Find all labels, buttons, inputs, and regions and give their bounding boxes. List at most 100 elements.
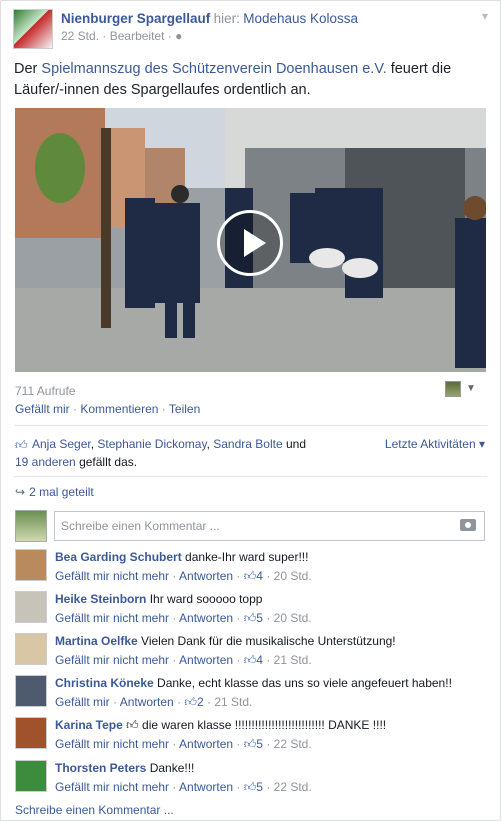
shares-label: 2 mal geteilt <box>29 485 94 499</box>
comment-like-button[interactable]: Gefällt mir nicht mehr <box>55 737 169 751</box>
comment-like-button[interactable]: Gefällt mir <box>55 695 110 709</box>
comment-item: Bea Garding Schubert danke-Ihr ward supe… <box>15 549 485 583</box>
page-avatar[interactable] <box>13 9 53 49</box>
comment-like-button[interactable]: Gefällt mir nicht mehr <box>55 569 169 583</box>
likes-summary: 👍︎ Anja Seger, Stephanie Dickomay, Sandra… <box>15 437 306 469</box>
commenter-avatar[interactable] <box>15 591 47 623</box>
comment-like-count[interactable]: 5 <box>256 737 263 751</box>
commenter-name[interactable]: Thorsten Peters <box>55 761 146 775</box>
commenter-avatar[interactable] <box>15 675 47 707</box>
action-separator: · <box>73 402 78 416</box>
thumbs-up-icon: 👍︎ <box>243 737 257 751</box>
share-button[interactable]: Teilen <box>169 402 200 416</box>
comment-body: Thorsten Peters Danke!!! Gefällt mir nic… <box>55 760 312 795</box>
shares-link[interactable]: ↪ 2 mal geteilt <box>15 485 94 499</box>
reply-button[interactable]: Antworten <box>179 611 233 625</box>
thumbs-up-icon: 👍︎ <box>243 653 257 667</box>
like-button[interactable]: Gefällt mir <box>15 402 70 416</box>
comment-like-button[interactable]: Gefällt mir nicht mehr <box>55 611 169 625</box>
comment-item: Martina Oelfke Vielen Dank für die musik… <box>15 633 485 667</box>
post-header-text: Nienburger Spargellauf hier: Modehaus Ko… <box>61 11 358 43</box>
comment-like-button[interactable]: Gefällt mir nicht mehr <box>55 780 169 794</box>
liker-link[interactable]: Anja Seger <box>32 437 91 451</box>
comment-item: Karina Tepe 👍︎ die waren klasse !!!!!!!!… <box>15 717 485 751</box>
commenter-name[interactable]: Heike Steinborn <box>55 592 146 606</box>
meta-separator: · <box>167 29 172 43</box>
comment-input[interactable] <box>54 511 485 541</box>
thumbs-up-icon: 👍︎ <box>15 438 28 452</box>
liker-link[interactable]: Sandra Bolte <box>213 437 282 451</box>
commenter-name[interactable]: Karina Tepe <box>55 718 123 732</box>
comment-like-count[interactable]: 5 <box>256 780 263 794</box>
commenter-avatar[interactable] <box>15 717 47 749</box>
comment-time[interactable]: 20 Std. <box>274 569 312 583</box>
comment-body: Heike Steinborn Ihr ward sooooo topp Gef… <box>55 591 312 626</box>
edited-label[interactable]: Bearbeitet <box>110 29 165 43</box>
club-link[interactable]: Spielmannszug des Schützenverein Doenhau… <box>41 61 386 77</box>
video-player[interactable] <box>15 108 486 372</box>
comment-time[interactable]: 21 Std. <box>274 653 312 667</box>
commenter-avatar[interactable] <box>15 760 47 792</box>
comment-item: Thorsten Peters Danke!!! Gefällt mir nic… <box>15 760 485 794</box>
action-separator: · <box>161 402 166 416</box>
comment-body: Bea Garding Schubert danke-Ihr ward supe… <box>55 549 312 584</box>
comment-body: Karina Tepe 👍︎ die waren klasse !!!!!!!!… <box>55 717 386 752</box>
post-text: Der Spielmannszug des Schützenverein Doe… <box>14 59 487 101</box>
commenter-name[interactable]: Martina Oelfke <box>55 634 138 648</box>
comment-like-count[interactable]: 5 <box>256 611 263 625</box>
comment-meta: Gefällt mir nicht mehr · Antworten · 👍︎4… <box>55 653 312 667</box>
video-thumbnail-icon[interactable] <box>445 381 461 397</box>
page-name-link[interactable]: Nienburger Spargellauf <box>61 11 210 26</box>
comment-time[interactable]: 22 Std. <box>274 780 312 794</box>
comment-time[interactable]: 21 Std. <box>214 695 252 709</box>
view-count: 711 Aufrufe <box>15 384 76 398</box>
comment-like-button[interactable]: Gefällt mir nicht mehr <box>55 653 169 667</box>
comment-text: Danke, echt klasse das uns so viele ange… <box>157 676 452 690</box>
comment-item: Christina Köneke Danke, echt klasse das … <box>15 675 485 709</box>
liker-link[interactable]: Stephanie Dickomay <box>97 437 206 451</box>
post-time[interactable]: 22 Std. <box>61 29 99 43</box>
post-meta: 22 Std. · Bearbeitet · ● <box>61 29 358 43</box>
commenter-name[interactable]: Bea Garding Schubert <box>55 550 182 564</box>
thumbs-up-icon: 👍︎ <box>243 611 257 625</box>
chevron-down-icon[interactable]: ▼ <box>466 383 476 394</box>
place-link[interactable]: Modehaus Kolossa <box>243 11 358 26</box>
comment-text: danke-Ihr ward super!!! <box>185 550 309 564</box>
commenter-avatar[interactable] <box>15 633 47 665</box>
comment-body: Christina Köneke Danke, echt klasse das … <box>55 675 452 710</box>
write-comment-link[interactable]: Schreibe einen Kommentar ... <box>15 803 174 817</box>
comment-text: Vielen Dank für die musikalische Unterst… <box>141 634 396 648</box>
play-button[interactable] <box>217 210 283 276</box>
post-text-prefix: Der <box>14 61 38 77</box>
commenter-name[interactable]: Christina Köneke <box>55 676 154 690</box>
comment-item: Heike Steinborn Ihr ward sooooo topp Gef… <box>15 591 485 625</box>
comment-like-count[interactable]: 4 <box>256 653 263 667</box>
camera-icon[interactable] <box>460 519 476 531</box>
viewer-avatar <box>15 510 47 542</box>
comment-time[interactable]: 20 Std. <box>274 611 312 625</box>
likes-suffix: gefällt das. <box>79 455 138 469</box>
comment-like-count[interactable]: 2 <box>197 695 204 709</box>
latest-activity-dropdown[interactable]: Letzte Aktivitäten ▾ <box>385 437 485 451</box>
divider <box>14 476 487 477</box>
others-link[interactable]: 19 anderen <box>15 455 76 469</box>
post-card: Nienburger Spargellauf hier: Modehaus Ko… <box>0 0 501 821</box>
commenter-avatar[interactable] <box>15 549 47 581</box>
reply-button[interactable]: Antworten <box>179 780 233 794</box>
post-header: Nienburger Spargellauf hier: Modehaus Ko… <box>13 9 488 53</box>
comment-like-count[interactable]: 4 <box>256 569 263 583</box>
comment-meta: Gefällt mir nicht mehr · Antworten · 👍︎5… <box>55 611 312 625</box>
chevron-down-icon: ▾ <box>478 437 485 451</box>
comment-text: Ihr ward sooooo topp <box>149 592 263 606</box>
thumbs-up-icon: 👍︎ <box>122 718 139 732</box>
comment-meta: Gefällt mir nicht mehr · Antworten · 👍︎5… <box>55 780 312 794</box>
reply-button[interactable]: Antworten <box>179 653 233 667</box>
chevron-down-icon[interactable]: ▾ <box>482 9 488 23</box>
comment-time[interactable]: 22 Std. <box>274 737 312 751</box>
comment-button[interactable]: Kommentieren <box>80 402 158 416</box>
reply-button[interactable]: Antworten <box>179 737 233 751</box>
divider <box>14 425 487 426</box>
latest-activity-label: Letzte Aktivitäten <box>384 437 476 451</box>
reply-button[interactable]: Antworten <box>179 569 233 583</box>
reply-button[interactable]: Antworten <box>120 695 174 709</box>
